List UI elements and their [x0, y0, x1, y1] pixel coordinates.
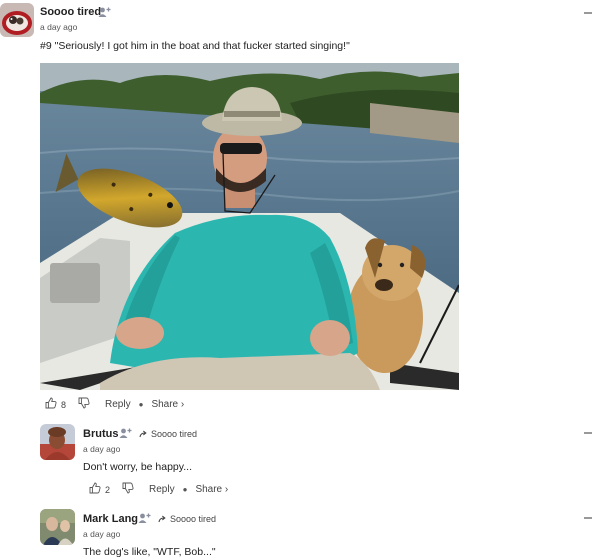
author-name[interactable]: Mark Lang [83, 513, 138, 525]
thumbs-up-icon[interactable] [89, 482, 101, 497]
reply-button[interactable]: Reply [105, 399, 131, 410]
reply-arrow-icon [158, 515, 166, 523]
thumbs-down-icon[interactable] [78, 397, 90, 412]
author-name[interactable]: Soooo tired [40, 6, 101, 18]
collapse-icon[interactable] [584, 12, 592, 14]
share-button[interactable]: Share › [151, 399, 184, 410]
post-image[interactable] [40, 63, 459, 390]
like-count: 8 [61, 399, 67, 410]
separator-dot: ● [182, 485, 188, 494]
reply-arrow-icon [139, 430, 147, 438]
add-user-icon[interactable] [98, 5, 111, 17]
avatar[interactable] [40, 424, 75, 460]
comment-text: The dog's like, "WTF, Bob..." [83, 546, 216, 558]
like-count: 2 [105, 484, 111, 495]
comment-text: #9 "Seriously! I got him in the boat and… [40, 40, 350, 52]
comment-text: Don't worry, be happy... [83, 461, 192, 473]
timestamp: a day ago [83, 529, 121, 539]
reply-to[interactable]: Soooo tired [139, 429, 197, 439]
collapse-icon[interactable] [584, 517, 592, 519]
avatar[interactable] [0, 3, 34, 37]
comment-actions: 8 Reply ● Share › [45, 397, 184, 412]
reply-button[interactable]: Reply [149, 484, 175, 495]
timestamp: a day ago [40, 22, 78, 32]
separator-dot: ● [138, 400, 144, 409]
thumbs-up-icon[interactable] [45, 397, 57, 412]
avatar[interactable] [40, 509, 75, 545]
collapse-icon[interactable] [584, 432, 592, 434]
reply-to-name: Soooo tired [151, 429, 198, 439]
share-button[interactable]: Share › [195, 484, 228, 495]
comment-actions: 2 Reply ● Share › [89, 482, 228, 497]
author-name[interactable]: Brutus [83, 428, 118, 440]
add-user-icon[interactable] [119, 426, 132, 438]
thumbs-down-icon[interactable] [122, 482, 134, 497]
reply-to-name: Soooo tired [170, 514, 217, 524]
add-user-icon[interactable] [138, 511, 151, 523]
reply-to[interactable]: Soooo tired [158, 514, 216, 524]
timestamp: a day ago [83, 444, 121, 454]
